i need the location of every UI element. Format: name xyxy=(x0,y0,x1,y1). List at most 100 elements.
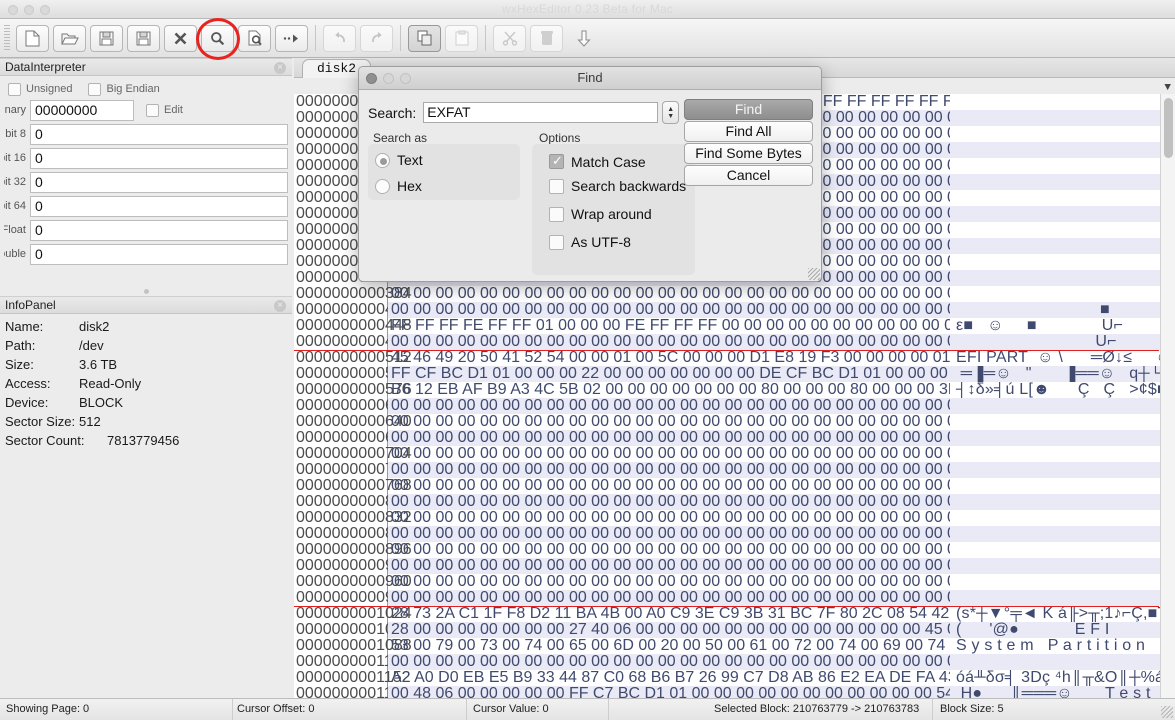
find-replace-button[interactable] xyxy=(238,24,271,52)
hex-row-ascii[interactable] xyxy=(950,558,1175,574)
hex-row-bytes[interactable]: 00 00 00 00 00 00 00 00 00 00 00 00 00 0… xyxy=(388,334,950,350)
hex-row-bytes[interactable]: 28 00 00 00 00 00 00 00 27 40 06 00 00 0… xyxy=(388,622,950,638)
binary-field[interactable]: 00000000 xyxy=(30,99,134,121)
option-search-backwards[interactable]: Search backwards xyxy=(532,172,695,200)
hex-row-ascii[interactable] xyxy=(950,94,1175,110)
hex-row[interactable]: 0000000000480 00 00 00 00 00 00 00 00 00 … xyxy=(294,334,1175,350)
chevron-down-icon[interactable]: ▼ xyxy=(1164,80,1171,94)
hex-row[interactable]: 0000000000416 00 00 00 00 00 00 00 00 00 … xyxy=(294,302,1175,318)
hex-row-ascii[interactable]: EFI PART ☺ \ ═Ø↓≤ ☺ xyxy=(950,350,1175,366)
hex-row-bytes[interactable]: 00 00 00 00 00 00 00 00 00 00 00 00 00 0… xyxy=(388,542,950,558)
hex-row[interactable]: 0000000000576 B6 12 EB AF B9 A3 4C 5B 02 … xyxy=(294,382,1175,398)
hex-row-ascii[interactable] xyxy=(950,478,1175,494)
radio-text[interactable]: Text xyxy=(368,144,520,172)
hex-row-bytes[interactable]: 00 00 00 00 00 00 00 00 00 00 00 00 00 0… xyxy=(388,302,950,318)
hex-row[interactable]: 0000000000832 00 00 00 00 00 00 00 00 00 … xyxy=(294,510,1175,526)
find-all-button[interactable]: Find All xyxy=(684,121,813,142)
int32-field[interactable]: 0 xyxy=(30,171,288,193)
double-field[interactable]: 0 xyxy=(30,243,288,265)
hex-row-ascii[interactable]: S y s t e m P a r t i t i o n xyxy=(950,638,1175,654)
cut-button[interactable] xyxy=(493,24,526,52)
dialog-resize-grip[interactable] xyxy=(808,268,820,280)
hex-row-ascii[interactable] xyxy=(950,654,1175,670)
maximize-dialog-button[interactable] xyxy=(400,73,411,84)
close-file-button[interactable] xyxy=(164,24,197,52)
cancel-button[interactable]: Cancel xyxy=(684,165,813,186)
hex-row-ascii[interactable] xyxy=(950,446,1175,462)
hex-row-ascii[interactable] xyxy=(950,574,1175,590)
scrollbar-thumb[interactable] xyxy=(1164,98,1173,158)
hex-row[interactable]: 0000000000960 00 00 00 00 00 00 00 00 00 … xyxy=(294,574,1175,590)
hex-row-bytes[interactable]: FF FF FF FE FF FF 01 00 00 00 FE FF FF F… xyxy=(388,318,950,334)
hex-row-ascii[interactable] xyxy=(950,286,1175,302)
float-field[interactable]: 0 xyxy=(30,219,288,241)
redo-button[interactable] xyxy=(360,24,393,52)
hex-row-bytes[interactable]: 00 00 00 00 00 00 00 00 00 00 00 00 00 0… xyxy=(388,654,950,670)
int64-field[interactable]: 0 xyxy=(30,195,288,217)
hex-row[interactable]: 0000000001152 A2 A0 D0 EB E5 B9 33 44 87 … xyxy=(294,670,1175,686)
hex-row[interactable]: 0000000000704 00 00 00 00 00 00 00 00 00 … xyxy=(294,446,1175,462)
close-window-button[interactable] xyxy=(8,5,18,15)
option-wrap-around[interactable]: Wrap around xyxy=(532,200,695,228)
hex-row-bytes[interactable]: 28 73 2A C1 1F F8 D2 11 BA 4B 00 A0 C9 3… xyxy=(388,606,950,622)
hex-row-ascii[interactable] xyxy=(950,110,1175,126)
hex-row[interactable]: 0000000000992 00 00 00 00 00 00 00 00 00 … xyxy=(294,590,1175,606)
hex-row-bytes[interactable]: A2 A0 D0 EB E5 B9 33 44 87 C0 68 B6 B7 2… xyxy=(388,670,950,686)
hex-row[interactable]: 0000000000928 00 00 00 00 00 00 00 00 00 … xyxy=(294,558,1175,574)
download-button[interactable] xyxy=(567,25,600,52)
hex-row-bytes[interactable]: 00 00 00 00 00 00 00 00 00 00 00 00 00 0… xyxy=(388,574,950,590)
hex-row-bytes[interactable]: 00 00 00 00 00 00 00 00 00 00 00 00 00 0… xyxy=(388,494,950,510)
delete-button[interactable] xyxy=(530,24,563,52)
radio-hex[interactable]: Hex xyxy=(368,172,520,200)
copy-button[interactable] xyxy=(408,24,441,52)
hex-row-ascii[interactable] xyxy=(950,158,1175,174)
hex-row[interactable]: 0000000001056 28 00 00 00 00 00 00 00 27 … xyxy=(294,622,1175,638)
hex-row-ascii[interactable] xyxy=(950,270,1175,286)
save-button[interactable] xyxy=(90,24,123,52)
hex-row[interactable]: 0000000000608 00 00 00 00 00 00 00 00 00 … xyxy=(294,398,1175,414)
hex-row-ascii[interactable]: ═▐═☺ " ▐══☺ q┼└èƒÇ⌐B xyxy=(950,366,1175,382)
hex-row-bytes[interactable]: 00 48 06 00 00 00 00 00 FF C7 BC D1 01 0… xyxy=(388,686,950,698)
hex-row-ascii[interactable] xyxy=(950,494,1175,510)
hex-row-ascii[interactable] xyxy=(950,238,1175,254)
hex-row-ascii[interactable] xyxy=(950,510,1175,526)
hex-row[interactable]: 0000000000544 FF CF BC D1 01 00 00 00 22 … xyxy=(294,366,1175,382)
hex-row-bytes[interactable]: 00 00 00 00 00 00 00 00 00 00 00 00 00 0… xyxy=(388,590,950,606)
hex-row-bytes[interactable]: 00 00 00 00 00 00 00 00 00 00 00 00 00 0… xyxy=(388,558,950,574)
hex-row[interactable]: 0000000000512 45 46 49 20 50 41 52 54 00 … xyxy=(294,350,1175,366)
save-as-button[interactable] xyxy=(127,24,160,52)
hex-row[interactable]: 0000000000736 00 00 00 00 00 00 00 00 00 … xyxy=(294,462,1175,478)
search-input[interactable]: EXFAT xyxy=(423,102,659,123)
panel-splitter[interactable] xyxy=(0,286,292,296)
find-some-bytes-button[interactable]: Find Some Bytes xyxy=(684,143,813,164)
hex-row-bytes[interactable]: 00 00 00 00 00 00 00 00 00 00 00 00 00 0… xyxy=(388,430,950,446)
hex-row-ascii[interactable]: óá╨δσ╡ 3Dç ⁴h║╥&Ö║┼%áΓΩ▐·C Ü;Ñ Σδ▐ xyxy=(950,670,1175,686)
hex-row-ascii[interactable]: ε■ ☺ ■ U⌐ xyxy=(950,318,1175,334)
big-endian-checkbox[interactable] xyxy=(88,82,102,96)
hex-row-bytes[interactable]: 00 00 00 00 00 00 00 00 00 00 00 00 00 0… xyxy=(388,398,950,414)
paste-button[interactable] xyxy=(445,24,478,52)
minimize-window-button[interactable] xyxy=(24,5,34,15)
window-controls[interactable] xyxy=(8,5,50,15)
minimize-dialog-button[interactable] xyxy=(383,73,394,84)
close-dialog-button[interactable] xyxy=(366,73,377,84)
hex-row-ascii[interactable] xyxy=(950,142,1175,158)
hex-row[interactable]: 0000000001184 00 48 06 00 00 00 00 00 FF … xyxy=(294,686,1175,698)
hex-row-ascii[interactable] xyxy=(950,414,1175,430)
new-file-button[interactable] xyxy=(16,24,49,52)
int16-field[interactable]: 0 xyxy=(30,147,288,169)
hex-row-ascii[interactable]: (s*┼▼°╤◄ K á╟>╥;1♪⌐Ç,■TB┤E¥:î;╚L xyxy=(950,606,1175,622)
find-button[interactable] xyxy=(201,24,234,52)
hex-row-bytes[interactable]: FF CF BC D1 01 00 00 00 22 00 00 00 00 0… xyxy=(388,366,950,382)
hex-row-bytes[interactable]: 00 00 00 00 00 00 00 00 00 00 00 00 00 0… xyxy=(388,462,950,478)
option-match-case[interactable]: Match Case xyxy=(532,144,695,172)
hex-row-ascii[interactable] xyxy=(950,430,1175,446)
edit-checkbox[interactable] xyxy=(146,103,159,117)
hex-row-ascii[interactable]: U⌐ xyxy=(950,334,1175,350)
close-icon[interactable]: × xyxy=(274,300,286,312)
hex-row-ascii[interactable] xyxy=(950,254,1175,270)
hex-row-ascii[interactable] xyxy=(950,190,1175,206)
hex-row-bytes[interactable]: 00 00 00 00 00 00 00 00 00 00 00 00 00 0… xyxy=(388,414,950,430)
hex-row-ascii[interactable] xyxy=(950,590,1175,606)
hex-row-ascii[interactable] xyxy=(950,526,1175,542)
